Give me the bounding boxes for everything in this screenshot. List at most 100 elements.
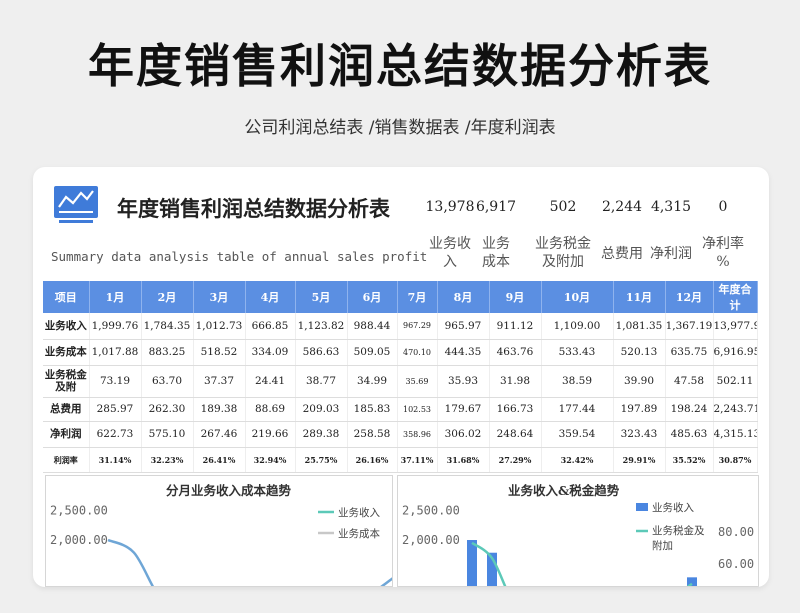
table-cell: 177.44 xyxy=(541,397,614,422)
table-cell: 518.52 xyxy=(193,339,246,366)
table-cell: 258.58 xyxy=(347,421,398,448)
row-label: 净利润 xyxy=(43,421,90,448)
legend-label: 业务税金及 xyxy=(652,524,705,537)
table-cell: 334.09 xyxy=(245,339,296,366)
table-cell: 635.75 xyxy=(665,339,714,366)
legend-label: 业务成本 xyxy=(338,527,380,540)
table-cell: 63.70 xyxy=(141,365,194,398)
sheet-card: 年度销售利润总结数据分析表 Summary data analysis tabl… xyxy=(33,167,769,587)
line-chart-icon xyxy=(54,186,98,223)
table-row: 业务收入 1,999.76 1,784.35 1,012.73 666.85 1,123.… xyxy=(43,313,758,340)
chart-revenue-cost: 分月业务收入成本趋势2,500.002,000.001,000.00业务收入业务… xyxy=(45,475,393,587)
table-cell: 166.73 xyxy=(489,397,542,422)
column-header: 5月 xyxy=(295,281,348,313)
table-cell: 2,243.71 xyxy=(713,397,758,422)
y-tick-label: 2,500.00 xyxy=(402,504,460,518)
table-cell: 88.69 xyxy=(245,397,296,422)
column-header: 2月 xyxy=(141,281,194,313)
table-cell: 533.43 xyxy=(541,339,614,366)
column-header: 12月 xyxy=(665,281,714,313)
table-cell: 1,367.19 xyxy=(665,313,714,340)
table-cell: 6,916.95 xyxy=(713,339,758,366)
kpi-label: 业务 成本 xyxy=(471,235,521,271)
table-cell: 26.41% xyxy=(193,447,246,473)
table-cell: 37.37 xyxy=(193,365,246,398)
table-row: 业务税金及附 73.19 63.70 37.37 24.41 38.77 34.99 35.6… xyxy=(43,365,758,398)
table-cell: 1,784.35 xyxy=(141,313,194,340)
legend-swatch xyxy=(636,503,648,511)
kpi-value: 0 xyxy=(718,199,728,215)
kpi-value: 6,917 xyxy=(475,199,517,215)
table-cell: 1,081.35 xyxy=(613,313,666,340)
kpi-value: 13,978 xyxy=(425,199,475,215)
row-label: 业务税金及附 xyxy=(43,365,90,398)
table-cell: 1,012.73 xyxy=(193,313,246,340)
column-header: 1月 xyxy=(89,281,142,313)
table-cell: 359.54 xyxy=(541,421,614,448)
chart-revenue-tax: 业务收入&税金趋势2,500.002,000.0080.0060.0040.00… xyxy=(397,475,759,587)
table-cell: 575.10 xyxy=(141,421,194,448)
table-cell: 1,109.00 xyxy=(541,313,614,340)
table-cell: 883.25 xyxy=(141,339,194,366)
row-label: 业务收入 xyxy=(43,313,90,340)
kpi-label-line: 净利润 xyxy=(650,246,692,262)
column-header: 6月 xyxy=(347,281,398,313)
series-line xyxy=(107,538,392,586)
table-cell: 31.98 xyxy=(489,365,542,398)
table-cell: 31.14% xyxy=(89,447,142,473)
kpi-label-line: 业务 xyxy=(482,236,510,252)
kpi-label: 总费用 xyxy=(597,245,647,263)
table-cell: 32.94% xyxy=(245,447,296,473)
table-cell: 358.96 xyxy=(397,421,438,448)
table-cell: 285.97 xyxy=(89,397,142,422)
table-cell: 463.76 xyxy=(489,339,542,366)
kpi-label: 净利率% xyxy=(701,235,745,271)
table-row: 总费用 285.97 262.30 189.38 88.69 209.03 185.83 10… xyxy=(43,397,758,422)
table-cell: 4,315.13 xyxy=(713,421,758,448)
kpi-label-line: 业务税金 xyxy=(535,236,591,252)
kpi-label-line: 成本 xyxy=(482,254,510,270)
kpi-label: 业务收入 xyxy=(423,235,477,271)
column-header: 11月 xyxy=(613,281,666,313)
page-title: 年度销售利润总结数据分析表 xyxy=(88,39,712,93)
table-cell: 189.38 xyxy=(193,397,246,422)
table-cell: 30.87% xyxy=(713,447,758,473)
table-cell: 27.29% xyxy=(489,447,542,473)
column-header: 年度合计 xyxy=(713,281,758,313)
table-cell: 306.02 xyxy=(437,421,490,448)
column-header: 项目 xyxy=(43,281,90,313)
page-subtitle: 公司利润总结表 /销售数据表 /年度利润表 xyxy=(244,118,556,138)
table-row: 利润率 31.14% 32.23% 26.41% 32.94% 25.75% 26.16% 3… xyxy=(43,447,758,473)
table-cell: 988.44 xyxy=(347,313,398,340)
chart-title: 业务收入&税金趋势 xyxy=(508,483,620,498)
series-bar xyxy=(467,540,477,586)
table-cell: 197.89 xyxy=(613,397,666,422)
table-cell: 209.03 xyxy=(295,397,348,422)
legend-label: 附加 xyxy=(652,539,673,552)
table-cell: 39.90 xyxy=(613,365,666,398)
row-label: 总费用 xyxy=(43,397,90,422)
row-label: 利润率 xyxy=(43,447,90,473)
table-cell: 267.46 xyxy=(193,421,246,448)
table-cell: 485.63 xyxy=(665,421,714,448)
table-cell: 219.66 xyxy=(245,421,296,448)
sheet-subtitle: Summary data analysis table of annual sa… xyxy=(51,249,428,264)
kpi-value: 502 xyxy=(549,199,577,215)
legend-label: 业务收入 xyxy=(338,506,380,519)
column-header: 8月 xyxy=(437,281,490,313)
table-cell: 73.19 xyxy=(89,365,142,398)
table-cell: 35.69 xyxy=(397,365,438,398)
table-cell: 1,999.76 xyxy=(89,313,142,340)
sheet-title: 年度销售利润总结数据分析表 xyxy=(117,196,390,221)
table-cell: 509.05 xyxy=(347,339,398,366)
table-cell: 179.67 xyxy=(437,397,490,422)
table-cell: 26.16% xyxy=(347,447,398,473)
kpi-label: 业务税金 及附加 xyxy=(529,235,597,271)
table-cell: 586.63 xyxy=(295,339,348,366)
column-header: 9月 xyxy=(489,281,542,313)
table-cell: 520.13 xyxy=(613,339,666,366)
table-cell: 38.59 xyxy=(541,365,614,398)
kpi-label-line: 总费用 xyxy=(601,246,643,262)
table-cell: 35.93 xyxy=(437,365,490,398)
y2-tick-label: 80.00 xyxy=(718,525,754,539)
